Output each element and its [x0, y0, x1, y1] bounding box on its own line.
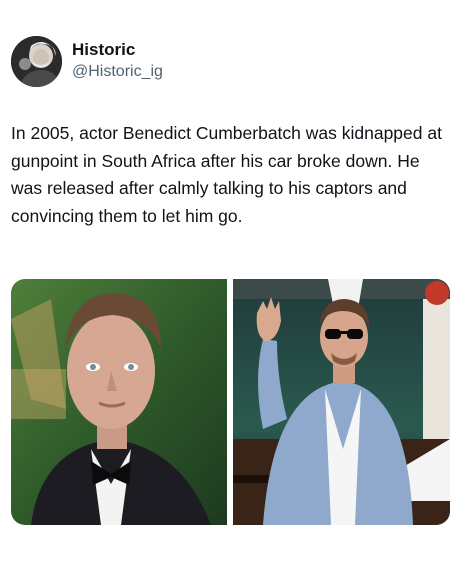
media-grid: [11, 279, 450, 525]
avatar[interactable]: [11, 36, 62, 87]
waving-man-photo: [233, 279, 450, 525]
profile-portrait-icon: [11, 36, 62, 87]
tweet-header: Historic @Historic_ig: [11, 36, 451, 88]
display-name[interactable]: Historic: [72, 40, 135, 60]
portrait-photo: [11, 279, 227, 525]
tweet-text: In 2005, actor Benedict Cumberbatch was …: [11, 123, 442, 226]
photo-right[interactable]: [233, 279, 450, 525]
account-handle[interactable]: @Historic_ig: [72, 63, 163, 81]
photo-left[interactable]: [11, 279, 227, 525]
